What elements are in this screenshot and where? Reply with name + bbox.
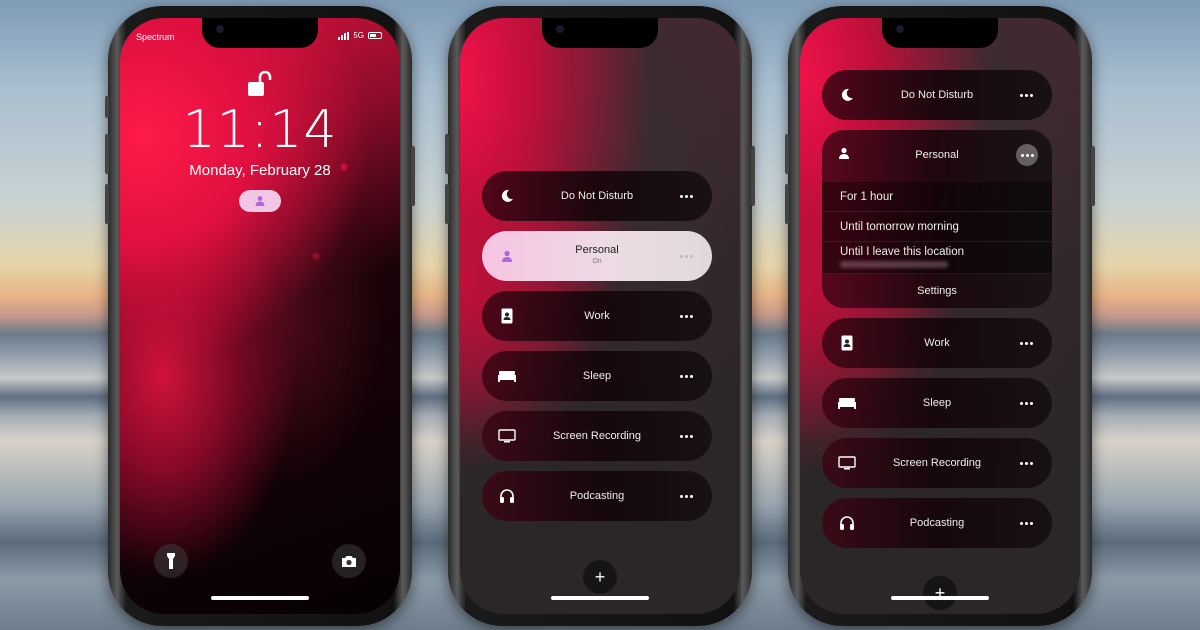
mute-switch	[105, 96, 109, 118]
notch	[202, 18, 318, 48]
camera-button[interactable]	[332, 544, 366, 578]
volume-down-button	[105, 184, 109, 224]
moon-icon	[498, 187, 516, 205]
carrier-label: Spectrum	[136, 32, 175, 42]
add-focus-button[interactable]: +	[583, 560, 617, 594]
focus-mode-screen-recording[interactable]: Screen Recording	[822, 438, 1052, 488]
more-options-button[interactable]	[676, 486, 696, 506]
focus-mode-work[interactable]: Work	[482, 291, 712, 341]
flashlight-icon	[167, 553, 175, 569]
more-options-button[interactable]	[1016, 513, 1036, 533]
duration-option-1-hour[interactable]: For 1 hour	[822, 182, 1052, 212]
duration-option-tomorrow-morning[interactable]: Until tomorrow morning	[822, 212, 1052, 242]
phone-focus-picker: Do Not Disturb Personal On Work Sleep Sc…	[445, 6, 755, 626]
more-options-button[interactable]	[676, 366, 696, 386]
home-indicator[interactable]	[551, 596, 649, 600]
focus-mode-work[interactable]: Work	[822, 318, 1052, 368]
notch	[882, 18, 998, 48]
more-options-button[interactable]	[676, 426, 696, 446]
signal-icon	[338, 31, 350, 40]
settings-button[interactable]: Settings	[822, 274, 1052, 308]
focus-expanded-screen: Do Not Disturb Personal For 1 hour Until…	[800, 18, 1080, 614]
option-label: Until I leave this location	[840, 246, 965, 258]
focus-picker-screen: Do Not Disturb Personal On Work Sleep Sc…	[460, 18, 740, 614]
headphones-icon	[498, 487, 516, 505]
lock-screen: Spectrum 5G 11:14 Monday, February 28	[120, 18, 400, 614]
more-options-button[interactable]	[676, 186, 696, 206]
more-options-button[interactable]	[676, 306, 696, 326]
camera-icon	[342, 555, 356, 567]
lock-time: 11:14	[182, 100, 338, 160]
home-indicator[interactable]	[211, 596, 309, 600]
bed-icon	[498, 367, 516, 385]
volume-up-button	[105, 134, 109, 174]
more-options-button[interactable]	[1016, 393, 1036, 413]
monitor-icon	[498, 427, 516, 445]
moon-icon	[838, 86, 856, 104]
volume-up-button	[785, 134, 789, 174]
flashlight-button[interactable]	[154, 544, 188, 578]
side-button	[411, 146, 415, 206]
redacted-address	[840, 261, 948, 268]
focus-mode-sleep[interactable]: Sleep	[482, 351, 712, 401]
add-focus-button[interactable]: +	[923, 576, 957, 610]
notch	[542, 18, 658, 48]
more-options-button[interactable]	[1016, 453, 1036, 473]
focus-mode-screen-recording[interactable]: Screen Recording	[482, 411, 712, 461]
focus-mode-personal[interactable]: Personal On	[482, 231, 712, 281]
lock-date: Monday, February 28	[189, 162, 331, 179]
focus-mode-podcasting[interactable]: Podcasting	[482, 471, 712, 521]
phone-lock-screen: Spectrum 5G 11:14 Monday, February 28	[105, 6, 415, 626]
monitor-icon	[838, 454, 856, 472]
more-options-button[interactable]	[1016, 85, 1036, 105]
volume-down-button	[445, 184, 449, 224]
duration-option-leave-location[interactable]: Until I leave this location	[822, 242, 1052, 274]
phone-focus-expanded: Do Not Disturb Personal For 1 hour Until…	[785, 6, 1095, 626]
focus-status-pill[interactable]	[239, 190, 281, 212]
focus-mode-do-not-disturb[interactable]: Do Not Disturb	[822, 70, 1052, 120]
battery-icon	[368, 32, 382, 39]
headphones-icon	[838, 514, 856, 532]
volume-up-button	[445, 134, 449, 174]
focus-mode-podcasting[interactable]: Podcasting	[822, 498, 1052, 548]
home-indicator[interactable]	[891, 596, 989, 600]
person-icon	[255, 196, 265, 206]
person-icon	[498, 247, 516, 265]
id-badge-icon	[838, 334, 856, 352]
focus-mode-sleep[interactable]: Sleep	[822, 378, 1052, 428]
volume-down-button	[785, 184, 789, 224]
more-options-button[interactable]	[676, 246, 696, 266]
expanded-header[interactable]: Personal	[822, 130, 1052, 182]
bed-icon	[838, 394, 856, 412]
more-options-button[interactable]	[1016, 333, 1036, 353]
more-options-button-active[interactable]	[1016, 144, 1038, 166]
focus-mode-personal-expanded: Personal For 1 hour Until tomorrow morni…	[822, 130, 1052, 308]
unlocked-padlock-icon	[248, 70, 272, 96]
id-badge-icon	[498, 307, 516, 325]
side-button	[1091, 146, 1095, 206]
status-bar-right: 5G	[338, 31, 382, 40]
focus-mode-do-not-disturb[interactable]: Do Not Disturb	[482, 171, 712, 221]
network-label: 5G	[353, 31, 364, 40]
mode-label: Personal	[575, 244, 619, 256]
side-button	[751, 146, 755, 206]
